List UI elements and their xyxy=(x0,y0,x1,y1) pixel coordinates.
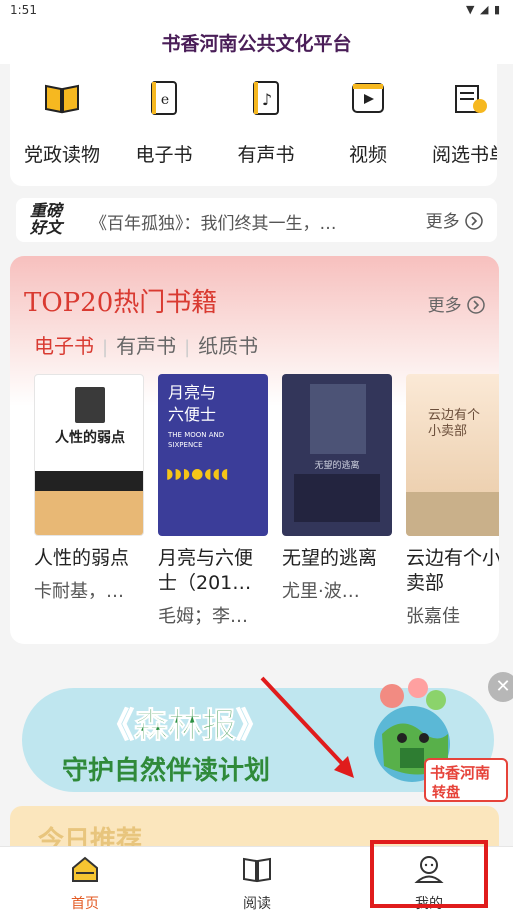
category-label: 党政读物 xyxy=(23,144,100,166)
cover-bottom xyxy=(35,491,143,535)
cover-ground xyxy=(406,492,499,536)
news-headline[interactable]: 《百年孤独》：我们终其一生，… xyxy=(90,209,440,234)
cover-band xyxy=(35,471,143,491)
book-title: 人性的弱点 xyxy=(34,547,130,569)
status-time: 1:51 xyxy=(10,3,37,17)
book-item[interactable]: 无望的逃离 无望的逃离 尤里·波… xyxy=(282,374,394,603)
cover-title: 无望的逃离 xyxy=(314,461,360,471)
category-item-party-reading[interactable]: 党政读物 xyxy=(12,78,112,167)
video-icon xyxy=(348,78,388,118)
tab-paper-book[interactable]: 纸质书 xyxy=(198,334,258,358)
status-bar: 1:51 ▼ ◢ ▮ xyxy=(0,0,513,24)
news-logo: 重磅好文 xyxy=(30,201,63,237)
cover-figure xyxy=(294,474,380,522)
chevron-right-icon xyxy=(467,296,485,316)
book-title: 月亮与六便士（201… xyxy=(158,547,254,594)
tab-divider: | xyxy=(102,337,109,358)
arrow-annotation-icon xyxy=(260,676,354,778)
page-title: 书香河南公共文化平台 xyxy=(161,33,352,55)
top20-section: TOP20热门书籍 更多 电子书 | 有声书 | 纸质书 人性的弱点 人性的弱点 卡耐基… xyxy=(10,256,499,644)
top20-more-link[interactable]: 更多 xyxy=(428,291,485,316)
svg-text:♪: ♪ xyxy=(262,90,272,109)
tab-ebook[interactable]: 电子书 xyxy=(34,334,94,358)
news-ticker[interactable]: 重磅好文 《百年孤独》：我们终其一生，… 更多 xyxy=(16,198,497,242)
news-more-link[interactable]: 更多 xyxy=(426,207,483,232)
book-title: 云边有个小卖部 xyxy=(406,547,499,594)
category-item-book-list[interactable]: 阅选书单 xyxy=(420,78,497,167)
book-cover[interactable]: 月亮与六便士 THE MOON AND SIXPENCE ◗◗◗●◖◖◖ xyxy=(158,374,268,536)
nav-label: 阅读 xyxy=(243,896,271,912)
moon-phases-icon: ◗◗◗●◖◖◖ xyxy=(166,466,230,482)
book-author: 尤里·波… xyxy=(282,581,360,602)
signal-icon: ◢ xyxy=(479,3,490,16)
read-book-icon xyxy=(243,857,271,883)
book-cover[interactable]: 无望的逃离 xyxy=(282,374,392,536)
audiobook-icon: ♪ xyxy=(246,78,286,118)
more-label: 更多 xyxy=(427,296,462,316)
nav-label: 首页 xyxy=(71,896,99,912)
category-item-audiobook[interactable]: ♪ 有声书 xyxy=(216,78,316,167)
more-label: 更多 xyxy=(425,212,460,232)
lucky-wheel-badge[interactable]: 书香河南 转盘 xyxy=(424,758,508,802)
book-title: 无望的逃离 xyxy=(282,547,378,569)
cover-subtitle: THE MOON AND SIXPENCE xyxy=(168,431,225,449)
category-card: 党政读物 e 电子书 ♪ 有声书 视频 阅选书 xyxy=(10,64,497,186)
category-item-video[interactable]: 视频 xyxy=(318,78,418,167)
highlight-annotation-box xyxy=(370,840,488,908)
category-label: 阅选书单 xyxy=(431,144,497,166)
app-header: 书香河南公共文化平台 xyxy=(0,24,513,64)
tab-audiobook[interactable]: 有声书 xyxy=(116,334,176,358)
book-item[interactable]: 云边有个小卖部 云边有个小卖部 张嘉佳 xyxy=(406,374,499,628)
book-item[interactable]: 月亮与六便士 THE MOON AND SIXPENCE ◗◗◗●◖◖◖ 月亮与… xyxy=(158,374,270,628)
book-item[interactable]: 人性的弱点 人性的弱点 卡耐基，… xyxy=(34,374,146,603)
badge-line-1: 书香河南 xyxy=(430,764,491,782)
banner-subtitle: 守护自然伴读计划 xyxy=(62,756,271,786)
chevron-right-icon xyxy=(465,212,483,232)
open-book-icon xyxy=(42,78,82,118)
book-list-icon xyxy=(450,78,490,118)
cover-art xyxy=(310,384,366,454)
nav-read[interactable]: 阅读 xyxy=(202,855,312,912)
cover-title: 云边有个小卖部 xyxy=(428,408,481,439)
cover-title: 月亮与六便士 xyxy=(168,383,217,424)
category-label: 有声书 xyxy=(237,144,295,166)
book-author: 毛姆；李… xyxy=(158,606,248,627)
badge-line-2: 转盘 xyxy=(432,785,460,801)
battery-icon: ▮ xyxy=(493,3,501,16)
book-author: 卡耐基，… xyxy=(34,581,124,602)
status-icons: ▼ ◢ ▮ xyxy=(466,3,501,16)
category-label: 电子书 xyxy=(135,144,193,166)
book-cover[interactable]: 云边有个小卖部 xyxy=(406,374,499,536)
home-icon xyxy=(72,856,98,882)
top20-tabs: 电子书 | 有声书 | 纸质书 xyxy=(34,330,258,359)
category-label: 视频 xyxy=(348,144,387,166)
nav-home[interactable]: 首页 xyxy=(30,855,140,912)
top20-title: TOP20热门书籍 xyxy=(24,288,218,318)
book-author: 张嘉佳 xyxy=(406,606,460,627)
category-item-ebook[interactable]: e 电子书 xyxy=(114,78,214,167)
wifi-icon: ▼ xyxy=(466,3,476,16)
book-cover[interactable]: 人性的弱点 xyxy=(34,374,144,536)
author-portrait xyxy=(75,387,105,423)
svg-text:e: e xyxy=(161,92,169,108)
cover-title: 人性的弱点 xyxy=(55,430,125,446)
tab-divider: | xyxy=(184,337,191,358)
banner-title: 《森林报》 xyxy=(100,706,271,747)
close-icon[interactable]: ✕ xyxy=(488,672,513,702)
ebook-icon: e xyxy=(144,78,184,118)
